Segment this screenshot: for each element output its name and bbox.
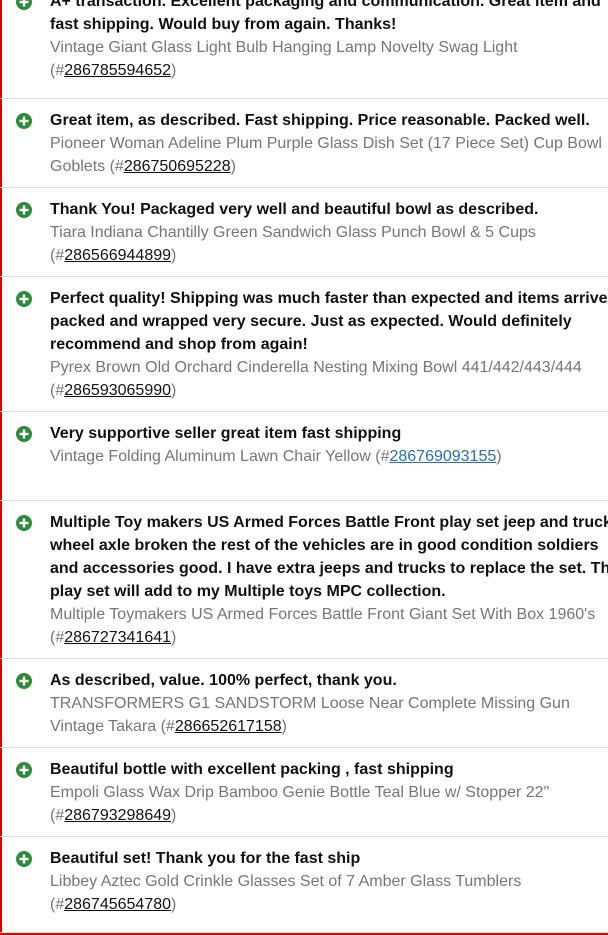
item-title-prefix: Vintage Folding Aluminum Lawn Chair Yell…	[50, 448, 390, 465]
feedback-comment-line: recommend and shop from again!	[50, 336, 308, 353]
feedback-comment-line: Multiple Toy makers US Armed Forces Batt…	[50, 514, 608, 531]
feedback-item: Thank You! Packaged very well and beauti…	[0, 188, 608, 277]
feedback-text-block: A+ transaction. Excellent packaging and …	[50, 0, 608, 82]
item-title-suffix: )	[171, 62, 177, 79]
feedback-text-block: Beautiful bottle with excellent packing …	[50, 758, 608, 827]
item-number-link[interactable]: 286745654780	[64, 896, 171, 913]
item-number-link[interactable]: 286785594652	[64, 62, 171, 79]
item-title-suffix: )	[496, 448, 502, 465]
item-title-suffix: )	[171, 807, 177, 824]
item-title-prefix: (#	[50, 62, 65, 79]
item-number-link[interactable]: 286593065990	[64, 382, 171, 399]
positive-feedback-plus-circle-icon	[16, 0, 32, 10]
feedback-comment-line: Great item, as described. Fast shipping.…	[50, 112, 590, 129]
item-title-suffix: )	[171, 382, 177, 399]
item-number-link[interactable]: 286566944899	[64, 247, 171, 264]
item-title-tail: Goblets (#286750695228)	[50, 155, 608, 178]
item-title-tail: (#286566944899)	[50, 244, 608, 267]
feedback-comment-line: As described, value. 100% perfect, thank…	[50, 672, 397, 689]
feedback-comment-line: and accessories good. I have extra jeeps…	[50, 560, 608, 577]
feedback-text-block: As described, value. 100% perfect, thank…	[50, 669, 608, 738]
item-title-suffix: )	[230, 158, 236, 175]
feedback-comment-line: Very supportive seller great item fast s…	[50, 425, 402, 442]
positive-feedback-plus-circle-icon	[16, 426, 32, 442]
item-title-tail: (#286785594652)	[50, 59, 608, 82]
feedback-text-block: Perfect quality! Shipping was much faste…	[50, 287, 608, 402]
positive-feedback-plus-circle-icon	[16, 673, 32, 689]
feedback-item: Multiple Toy makers US Armed Forces Batt…	[0, 501, 608, 659]
feedback-comment-line: Perfect quality! Shipping was much faste…	[50, 290, 608, 307]
item-title-prefix: (#	[50, 247, 65, 264]
feedback-comment-line: A+ transaction. Excellent packaging and …	[50, 0, 601, 10]
item-title-prefix: (#	[50, 382, 65, 399]
feedback-item: Great item, as described. Fast shipping.…	[0, 99, 608, 188]
item-title-prefix: Vintage Takara (#	[50, 718, 175, 735]
item-title-prefix: (#	[50, 807, 65, 824]
item-title-prefix: Goblets (#	[50, 158, 124, 175]
positive-feedback-plus-circle-icon	[16, 515, 32, 531]
item-title-prefix: (#	[50, 896, 65, 913]
positive-feedback-plus-circle-icon	[16, 113, 32, 129]
feedback-item: Perfect quality! Shipping was much faste…	[0, 277, 608, 412]
item-title-line: Multiple Toymakers US Armed Forces Battl…	[50, 606, 596, 623]
positive-feedback-plus-circle-icon	[16, 291, 32, 307]
item-title-suffix: )	[281, 718, 287, 735]
feedback-text-block: Beautiful set! Thank you for the fast sh…	[50, 847, 608, 916]
item-title-suffix: )	[171, 896, 177, 913]
feedback-item: Beautiful bottle with excellent packing …	[0, 748, 608, 837]
positive-feedback-plus-circle-icon	[16, 202, 32, 218]
feedback-item: As described, value. 100% perfect, thank…	[0, 659, 608, 748]
item-title-line: Tiara Indiana Chantilly Green Sandwich G…	[50, 224, 536, 241]
feedback-comment-line: packed and wrapped very secure. Just as …	[50, 313, 572, 330]
item-title-line: Libbey Aztec Gold Crinkle Glasses Set of…	[50, 873, 522, 890]
item-title-tail: Vintage Folding Aluminum Lawn Chair Yell…	[50, 445, 608, 468]
item-number-link[interactable]: 286727341641	[64, 629, 171, 646]
item-title-line: Pyrex Brown Old Orchard Cinderella Nesti…	[50, 359, 582, 376]
feedback-item: Very supportive seller great item fast s…	[0, 412, 608, 501]
feedback-comment-line: play set will add to my Multiple toys MP…	[50, 583, 446, 600]
feedback-text-block: Very supportive seller great item fast s…	[50, 422, 608, 468]
feedback-comment-line: wheel axle broken the rest of the vehicl…	[50, 537, 599, 554]
feedback-item: Beautiful set! Thank you for the fast sh…	[0, 837, 608, 933]
item-title-tail: (#286727341641)	[50, 626, 608, 649]
item-number-link[interactable]: 286769093155	[389, 448, 496, 465]
feedback-comment-line: Thank You! Packaged very well and beauti…	[50, 201, 539, 218]
positive-feedback-plus-circle-icon	[16, 762, 32, 778]
feedback-comment-line: Beautiful set! Thank you for the fast sh…	[50, 850, 361, 867]
feedback-comment-line: fast shipping. Would buy from again. Tha…	[50, 16, 397, 33]
item-title-tail: (#286593065990)	[50, 379, 608, 402]
feedback-text-block: Great item, as described. Fast shipping.…	[50, 109, 608, 178]
feedback-text-block: Thank You! Packaged very well and beauti…	[50, 198, 608, 267]
item-title-prefix: (#	[50, 629, 65, 646]
item-title-tail: (#286793298649)	[50, 804, 608, 827]
item-number-link[interactable]: 286793298649	[64, 807, 171, 824]
feedback-comment-line: Beautiful bottle with excellent packing …	[50, 761, 454, 778]
item-title-line: TRANSFORMERS G1 SANDSTORM Loose Near Com…	[50, 695, 570, 712]
feedback-item: A+ transaction. Excellent packaging and …	[0, 0, 608, 99]
positive-feedback-plus-circle-icon	[16, 851, 32, 867]
item-number-link[interactable]: 286750695228	[124, 158, 231, 175]
item-number-link[interactable]: 286652617158	[175, 718, 282, 735]
item-title-suffix: )	[171, 629, 177, 646]
item-title-line: Vintage Giant Glass Light Bulb Hanging L…	[50, 39, 518, 56]
item-title-line: Pioneer Woman Adeline Plum Purple Glass …	[50, 135, 602, 152]
feedback-text-block: Multiple Toy makers US Armed Forces Batt…	[50, 511, 608, 649]
item-title-tail: Vintage Takara (#286652617158)	[50, 715, 608, 738]
item-title-suffix: )	[171, 247, 177, 264]
item-title-tail: (#286745654780)	[50, 893, 608, 916]
item-title-line: Empoli Glass Wax Drip Bamboo Genie Bottl…	[50, 784, 550, 801]
